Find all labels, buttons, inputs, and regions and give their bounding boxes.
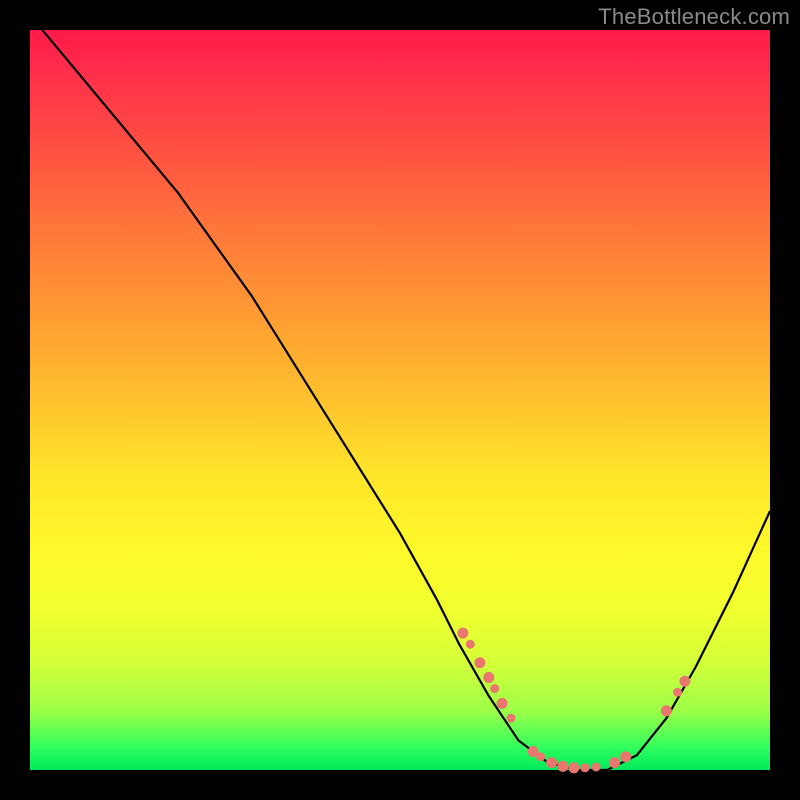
data-point bbox=[569, 763, 579, 773]
data-point bbox=[497, 698, 507, 708]
data-point bbox=[458, 628, 468, 638]
data-point bbox=[680, 676, 690, 686]
data-point bbox=[581, 764, 589, 772]
bottleneck-curve bbox=[30, 15, 770, 770]
data-point bbox=[558, 761, 568, 771]
chart-stage: TheBottleneck.com bbox=[0, 0, 800, 800]
data-point bbox=[610, 758, 620, 768]
data-point bbox=[661, 706, 671, 716]
data-point bbox=[592, 763, 600, 771]
data-point bbox=[466, 640, 474, 648]
data-point bbox=[475, 658, 485, 668]
plot-area bbox=[30, 30, 770, 770]
data-point bbox=[491, 685, 499, 693]
data-point bbox=[547, 758, 557, 768]
data-point bbox=[484, 673, 494, 683]
chart-svg bbox=[30, 30, 770, 770]
data-point bbox=[621, 752, 631, 762]
data-point bbox=[507, 714, 515, 722]
watermark-text: TheBottleneck.com bbox=[598, 4, 790, 30]
data-point bbox=[537, 753, 545, 761]
data-point bbox=[674, 688, 682, 696]
